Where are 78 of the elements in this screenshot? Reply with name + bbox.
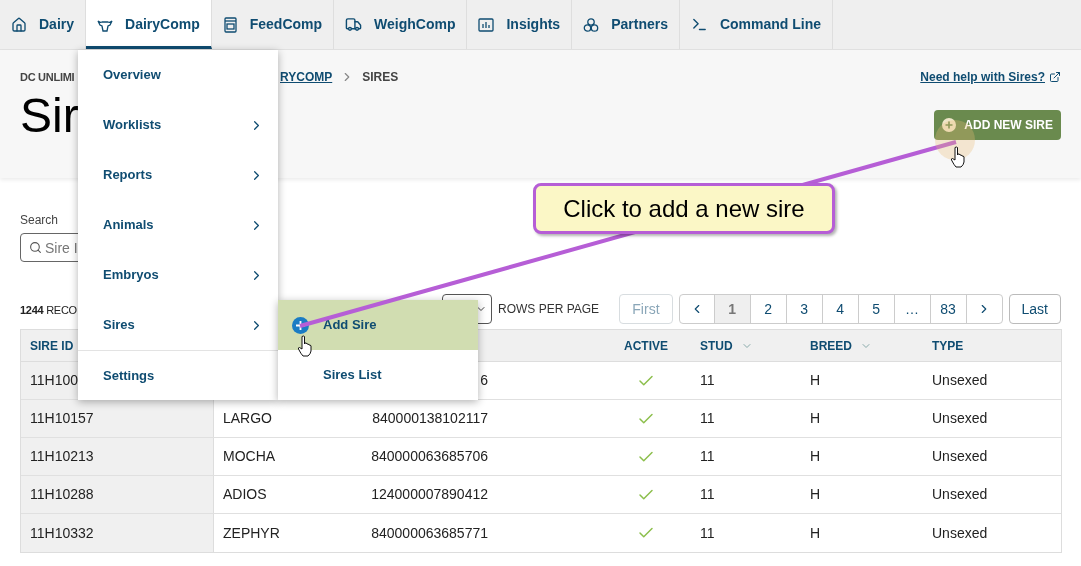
last-page-button[interactable]: Last — [1008, 294, 1061, 324]
nav-tab[interactable]: Partners — [572, 0, 680, 49]
table-cell-text: MOCHA — [223, 447, 276, 466]
nav-tab[interactable]: FeedComp — [211, 0, 335, 49]
table-cell-text: H — [810, 447, 821, 466]
page-title: Sir — [20, 92, 79, 140]
nav-tab[interactable]: WeighComp — [334, 0, 468, 49]
table-cell-text: Unsexed — [932, 371, 988, 390]
breadcrumb-link[interactable]: RYCOMP — [280, 68, 333, 86]
column-header[interactable]: STUD — [700, 336, 753, 355]
search-label: Search — [20, 213, 59, 227]
column-header: SIRE ID — [30, 337, 74, 355]
plus-circle-icon — [942, 118, 957, 132]
table-cell-text: 11H10288 — [30, 485, 94, 504]
table-cell-text: Unsexed — [932, 409, 988, 428]
table-cell-text: 840000063685771 — [371, 523, 488, 543]
hand-cursor-icon — [297, 335, 313, 357]
menu-item[interactable]: Embryos — [78, 250, 278, 300]
home-icon — [11, 16, 27, 33]
table-cell-text: Unsexed — [932, 485, 988, 504]
menu-item[interactable]: Animals — [78, 200, 278, 250]
page-button[interactable]: … — [894, 295, 931, 323]
nav-tab[interactable]: Command Line — [679, 0, 834, 49]
page-button[interactable]: 1 — [714, 295, 751, 323]
table-cell-text: 11 — [700, 485, 715, 504]
breadcrumb-current: SIRES — [362, 69, 399, 86]
table-cell-text: 11 — [700, 447, 715, 466]
table-cell-text: 840000063685706 — [371, 447, 488, 466]
table-cell-text: ZEPHYR — [223, 523, 280, 543]
external-link-icon — [1049, 71, 1061, 83]
page-button[interactable]: 5 — [858, 295, 895, 323]
menu-item[interactable]: Reports — [78, 150, 278, 200]
table-cell-text: H — [810, 485, 821, 504]
table-cell-text: Unsexed — [932, 447, 988, 466]
menu-item[interactable]: Overview — [78, 50, 278, 100]
page-button[interactable]: 2 — [750, 295, 787, 323]
plus-circle-icon — [292, 316, 309, 334]
table-cell-text: 840000138102117 — [372, 409, 488, 428]
callout: Click to add a new sire — [533, 183, 835, 234]
hand-cursor-icon — [950, 146, 966, 168]
menu-item[interactable]: Worklists — [78, 100, 278, 150]
menu-item[interactable]: Sires — [78, 300, 278, 350]
breadcrumb-item[interactable]: DC UNLIMI — [20, 71, 75, 83]
table-cell-text: Unsexed — [932, 523, 988, 543]
table-cell-text: 11 — [700, 371, 715, 390]
table-cell-text: 11H100 — [30, 371, 78, 390]
column-header[interactable]: BREED — [810, 336, 872, 355]
table-cell-text: LARGO — [223, 409, 272, 428]
table-cell-text: H — [810, 523, 821, 543]
search-icon — [29, 241, 42, 254]
table-cell-text: 11 — [700, 523, 715, 543]
column-header: TYPE — [932, 337, 964, 355]
table-cell-text: 11H10213 — [30, 447, 94, 466]
feed-bag-icon — [222, 16, 238, 33]
page-button[interactable]: 83 — [930, 295, 967, 323]
table-cell-text: 6 — [480, 371, 488, 390]
add-new-sire-button[interactable]: ADD NEW SIRE — [934, 110, 1061, 140]
truck-icon — [345, 16, 363, 33]
nav-tab[interactable]: DairyComp — [86, 0, 212, 49]
bar-chart-icon — [478, 17, 495, 32]
page-button[interactable]: 4 — [822, 295, 859, 323]
help-link[interactable]: Need help with Sires? — [920, 68, 1045, 86]
column-header: ACTIVE — [624, 337, 668, 355]
table-cell-text: 11 — [700, 409, 715, 428]
table-cell-text: 11H10332 — [30, 523, 94, 543]
table-cell-text: ADIOS — [223, 485, 267, 504]
table-cell-text: 11H10157 — [30, 409, 94, 428]
page-button[interactable]: 3 — [786, 295, 823, 323]
table-cell-text: H — [810, 371, 821, 390]
three-circles-icon — [583, 16, 600, 33]
record-count: 1244 RECO — [20, 304, 77, 316]
terminal-icon — [690, 16, 708, 33]
submenu-item[interactable]: Sires List — [278, 350, 478, 400]
submenu-item[interactable]: Add Sire — [278, 300, 478, 350]
table-cell-text: H — [810, 409, 821, 428]
nav-tab[interactable]: Insights — [467, 0, 573, 49]
table-cell-text: 124000007890412 — [371, 485, 488, 504]
rows-per-page-label: ROWS PER PAGE — [498, 301, 600, 318]
